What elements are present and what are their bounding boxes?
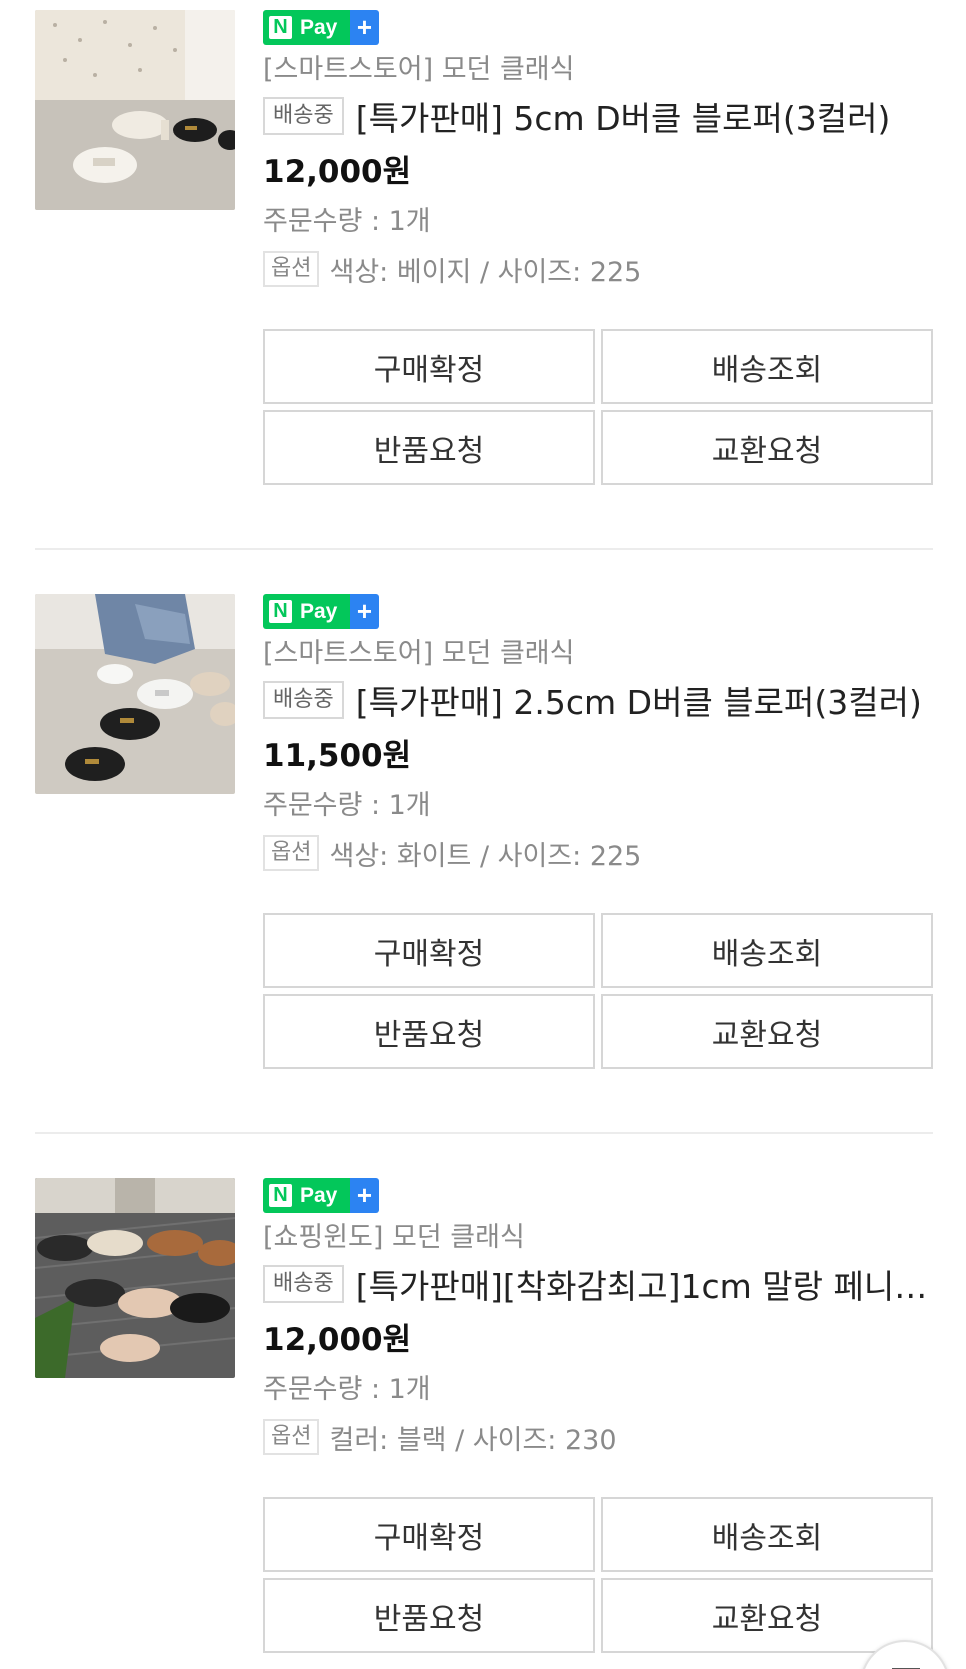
return-request-button[interactable]: 반품요청: [263, 1578, 595, 1653]
product-price: 12,000원: [263, 1322, 412, 1358]
return-request-button[interactable]: 반품요청: [263, 410, 595, 485]
action-buttons: 구매확정 배송조회 반품요청 교환요청: [263, 329, 933, 485]
status-badge: 배송중: [263, 1265, 344, 1303]
exchange-request-button[interactable]: 교환요청: [601, 994, 933, 1069]
title-row: 배송중 [특가판매] 2.5cm D버클 블로퍼(3컬러): [263, 677, 933, 723]
product-thumbnail[interactable]: [35, 1178, 235, 1378]
option-badge: 옵션: [263, 835, 320, 871]
product-title[interactable]: [특가판매] 2.5cm D버클 블로퍼(3컬러): [356, 676, 933, 724]
confirm-purchase-button[interactable]: 구매확정: [263, 1497, 595, 1572]
order-info: N Pay + [스마트스토어] 모던 클래식 배송중 [특가판매] 5cm D…: [263, 10, 933, 289]
option-row: 옵션 색상: 베이지 / 사이즈: 225: [263, 249, 933, 289]
divider: [35, 548, 933, 550]
track-delivery-button[interactable]: 배송조회: [601, 1497, 933, 1572]
exchange-request-button[interactable]: 교환요청: [601, 410, 933, 485]
order-quantity: 주문수량 : 1개: [263, 206, 431, 237]
option-text: 색상: 화이트 / 사이즈: 225: [329, 840, 642, 872]
store-name[interactable]: [쇼핑윈도] 모던 클래식: [263, 1221, 933, 1255]
option-badge: 옵션: [263, 1419, 320, 1455]
confirm-purchase-button[interactable]: 구매확정: [263, 329, 595, 404]
option-text: 색상: 베이지 / 사이즈: 225: [329, 256, 642, 288]
option-text: 컬러: 블랙 / 사이즈: 230: [329, 1424, 617, 1456]
npay-pay-label: Pay: [298, 10, 350, 45]
product-title[interactable]: [특가판매][착화감최고]1cm 말랑 페니로퍼: [356, 1260, 933, 1308]
plus-icon: +: [350, 10, 379, 45]
store-name[interactable]: [스마트스토어] 모던 클래식: [263, 637, 933, 671]
order-info: N Pay + [쇼핑윈도] 모던 클래식 배송중 [특가판매][착화감최고]1…: [263, 1178, 933, 1457]
title-row: 배송중 [특가판매] 5cm D버클 블로퍼(3컬러): [263, 93, 933, 139]
naver-n-icon: N: [263, 10, 298, 45]
status-badge: 배송중: [263, 681, 344, 719]
product-price: 11,500원: [263, 738, 412, 774]
naver-n-icon: N: [263, 1178, 298, 1213]
action-buttons: 구매확정 배송조회 반품요청 교환요청: [263, 913, 933, 1069]
product-price: 12,000원: [263, 154, 412, 190]
naver-n-icon: N: [263, 594, 298, 629]
product-thumbnail[interactable]: [35, 10, 235, 210]
product-thumbnail[interactable]: [35, 594, 235, 794]
track-delivery-button[interactable]: 배송조회: [601, 913, 933, 988]
npay-plus-badge: N Pay +: [263, 594, 379, 629]
plus-icon: +: [350, 594, 379, 629]
track-delivery-button[interactable]: 배송조회: [601, 329, 933, 404]
order-quantity: 주문수량 : 1개: [263, 1374, 431, 1405]
product-title[interactable]: [특가판매] 5cm D버클 블로퍼(3컬러): [356, 92, 933, 140]
action-buttons: 구매확정 배송조회 반품요청 교환요청: [263, 1497, 933, 1653]
npay-pay-label: Pay: [298, 1178, 350, 1213]
confirm-purchase-button[interactable]: 구매확정: [263, 913, 595, 988]
exchange-request-button[interactable]: 교환요청: [601, 1578, 933, 1653]
store-name[interactable]: [스마트스토어] 모던 클래식: [263, 53, 933, 87]
plus-icon: +: [350, 1178, 379, 1213]
npay-plus-badge: N Pay +: [263, 10, 379, 45]
order-quantity: 주문수량 : 1개: [263, 790, 431, 821]
divider: [35, 1132, 933, 1134]
npay-pay-label: Pay: [298, 594, 350, 629]
order-info: N Pay + [스마트스토어] 모던 클래식 배송중 [특가판매] 2.5cm…: [263, 594, 933, 873]
option-row: 옵션 컬러: 블랙 / 사이즈: 230: [263, 1417, 933, 1457]
title-row: 배송중 [특가판매][착화감최고]1cm 말랑 페니로퍼: [263, 1261, 933, 1307]
option-row: 옵션 색상: 화이트 / 사이즈: 225: [263, 833, 933, 873]
option-badge: 옵션: [263, 251, 320, 287]
status-badge: 배송중: [263, 97, 344, 135]
npay-plus-badge: N Pay +: [263, 1178, 379, 1213]
return-request-button[interactable]: 반품요청: [263, 994, 595, 1069]
